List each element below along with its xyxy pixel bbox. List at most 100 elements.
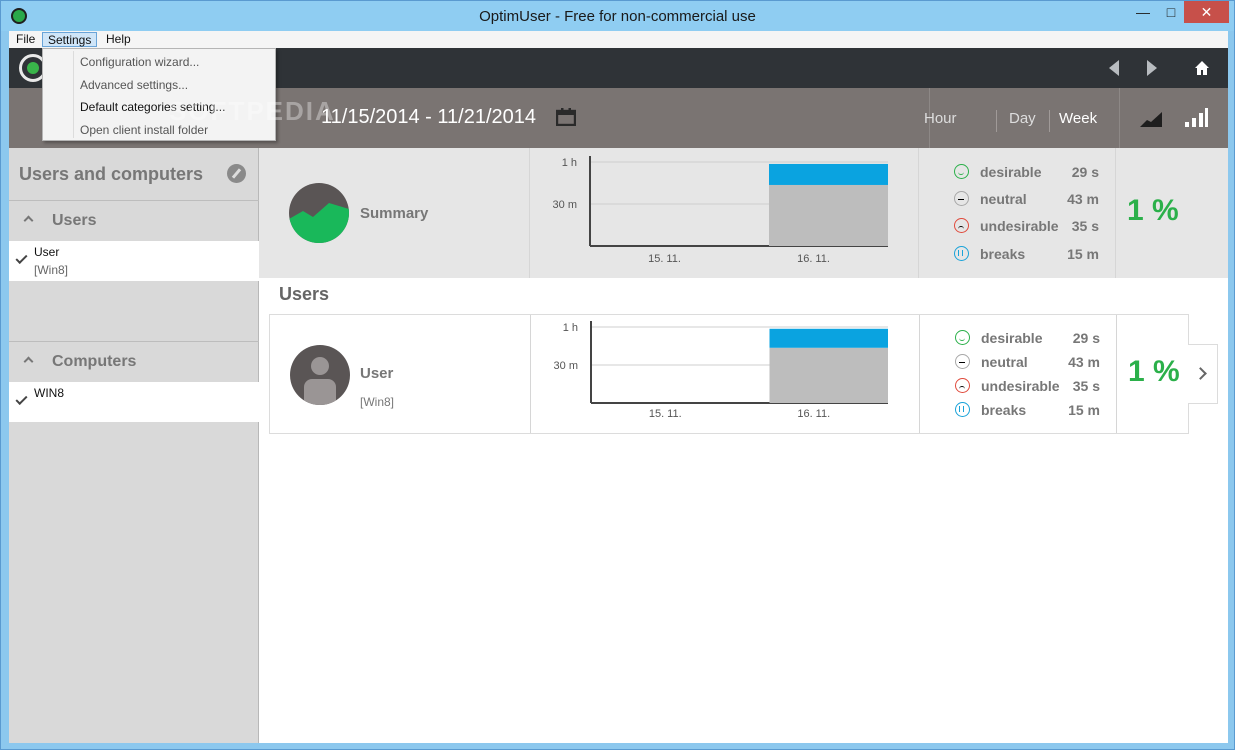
legend-value: 35 s (1071, 218, 1099, 234)
user-chart: 1 h 30 m 15. 11. 16. 11. (530, 315, 920, 433)
menu-help[interactable]: Help (101, 32, 136, 47)
sidebar-item-label: User (34, 245, 60, 259)
legend-value: 15 m (1067, 246, 1099, 262)
title-bar: OptimUser - Free for non-commercial use … (1, 1, 1234, 31)
legend-label: undesirable (981, 378, 1060, 394)
summary-row[interactable]: Summary 1 h 30 m 15. 11. 16. 11. desirable … (259, 148, 1228, 278)
user-percent: 1 % (1128, 355, 1180, 388)
legend-row-neutral: neutral 43 m (954, 189, 1099, 209)
legend-row-undesirable: undesirable 35 s (955, 376, 1100, 396)
sidebar-item-user[interactable]: User [Win8] (9, 241, 259, 281)
legend-value: 43 m (1067, 191, 1099, 207)
bar-chart-icon[interactable] (1184, 108, 1208, 128)
sidebar-section-users[interactable]: Users (23, 212, 97, 230)
period-separator (1049, 110, 1050, 132)
sidebar-section-users-label: Users (52, 212, 97, 229)
user-sub: [Win8] (360, 395, 395, 409)
legend-value: 35 s (1072, 378, 1100, 394)
watermark: SOFTPEDIA (169, 96, 336, 126)
smile-icon (955, 330, 970, 345)
legend-label: neutral (980, 191, 1027, 207)
sidebar-divider (9, 341, 259, 342)
smile-icon (954, 164, 969, 179)
legend-row-undesirable: undesirable 35 s (954, 216, 1099, 236)
summary-name: Summary (360, 205, 429, 222)
date-range: 11/15/2014 - 11/21/2014 (321, 106, 536, 128)
legend-label: undesirable (980, 218, 1059, 234)
chart-x-tick-label: 16. 11. (797, 408, 830, 420)
pause-icon (954, 246, 969, 261)
chart-y-tick-label: 1 h (563, 322, 578, 334)
area-chart-icon[interactable] (1139, 110, 1163, 128)
calendar-icon[interactable] (556, 108, 576, 126)
chart-bar (769, 184, 888, 246)
period-week-tab[interactable]: Week (1059, 110, 1097, 127)
legend-row-desirable: desirable 29 s (955, 328, 1100, 348)
sidebar-item-win8[interactable]: WIN8 (9, 382, 259, 422)
pause-icon (955, 402, 970, 417)
collapse-icon (23, 356, 34, 367)
sidebar-item-label: WIN8 (34, 386, 64, 400)
legend-label: desirable (981, 330, 1043, 346)
chart-bar (769, 347, 888, 403)
next-period-icon[interactable] (1147, 60, 1157, 76)
check-icon (15, 251, 28, 265)
window-title: OptimUser - Free for non-commercial use (479, 8, 756, 25)
close-button[interactable]: ✕ (1184, 1, 1229, 23)
legend-row-desirable: desirable 29 s (954, 162, 1099, 182)
user-legend: desirable 29 s neutral 43 m undesirable … (920, 315, 1117, 433)
legend-label: neutral (981, 354, 1028, 370)
menu-settings[interactable]: Settings (42, 32, 98, 47)
period-day-tab[interactable]: Day (1009, 110, 1036, 127)
neutral-face-icon (955, 354, 970, 369)
check-icon (15, 392, 28, 406)
logo-inner (27, 62, 39, 74)
menu-file[interactable]: File (11, 32, 40, 47)
summary-bar-chart: 1 h 30 m 15. 11. 16. 11. (553, 156, 888, 265)
user-name: User (360, 365, 394, 382)
sad-face-icon (954, 218, 969, 233)
legend-label: desirable (980, 164, 1042, 180)
home-icon[interactable] (1194, 60, 1210, 76)
period-hour-tab[interactable]: Hour (924, 110, 957, 127)
summary-area-icon (289, 203, 349, 243)
menu-bar: File Settings Help (9, 31, 1228, 48)
legend-label: breaks (981, 402, 1027, 418)
neutral-face-icon (954, 191, 969, 206)
menu-configuration-wizard[interactable]: Configuration wizard... (80, 55, 199, 69)
sidebar-item-sub: [Win8] (34, 263, 69, 277)
menu-advanced-settings[interactable]: Advanced settings... (80, 78, 188, 92)
summary-chart-icon (289, 183, 349, 243)
sidebar-title: Users and computers (19, 164, 204, 184)
chart-x-tick-label: 16. 11. (797, 253, 830, 265)
sidebar-section-computers[interactable]: Computers (23, 353, 137, 371)
chart-x-tick-label: 15. 11. (649, 408, 682, 420)
chart-y-tick-label: 30 m (554, 360, 578, 372)
maximize-button[interactable]: □ (1157, 1, 1185, 23)
legend-row-breaks: breaks 15 m (954, 244, 1099, 264)
chart-x-tick-label: 15. 11. (648, 253, 681, 265)
summary-legend: desirable 29 s neutral 43 m undesirable … (919, 148, 1116, 278)
legend-value: 29 s (1072, 330, 1100, 346)
settings-dropdown-menu: Configuration wizard... Advanced setting… (42, 48, 276, 141)
period-separator (996, 110, 997, 132)
user-row[interactable]: User [Win8] 1 h 30 m 15. 11. 16. 11. desira… (269, 314, 1189, 434)
legend-label: breaks (980, 246, 1026, 262)
minimize-button[interactable]: — (1129, 1, 1157, 23)
app-window: OptimUser - Free for non-commercial use … (0, 0, 1235, 750)
users-section-title: Users (279, 284, 330, 304)
sidebar: Users and computers Users User [Win8] Co… (9, 148, 259, 743)
pin-icon[interactable] (227, 164, 246, 183)
sidebar-section-computers-label: Computers (52, 353, 137, 370)
app-content: 11/15/2014 - 11/21/2014 Hour Day Week SO… (9, 48, 1228, 743)
chart-y-tick-label: 30 m (553, 199, 577, 211)
main-panel: Summary 1 h 30 m 15. 11. 16. 11. desirable … (259, 148, 1228, 743)
avatar-body (304, 379, 336, 405)
previous-period-icon[interactable] (1109, 60, 1119, 76)
summary-chart: 1 h 30 m 15. 11. 16. 11. (529, 148, 919, 278)
dropdown-gutter (73, 51, 74, 138)
summary-percent: 1 % (1127, 194, 1179, 227)
legend-value: 43 m (1068, 354, 1100, 370)
legend-row-neutral: neutral 43 m (955, 352, 1100, 372)
expand-user-button[interactable] (1188, 344, 1218, 404)
